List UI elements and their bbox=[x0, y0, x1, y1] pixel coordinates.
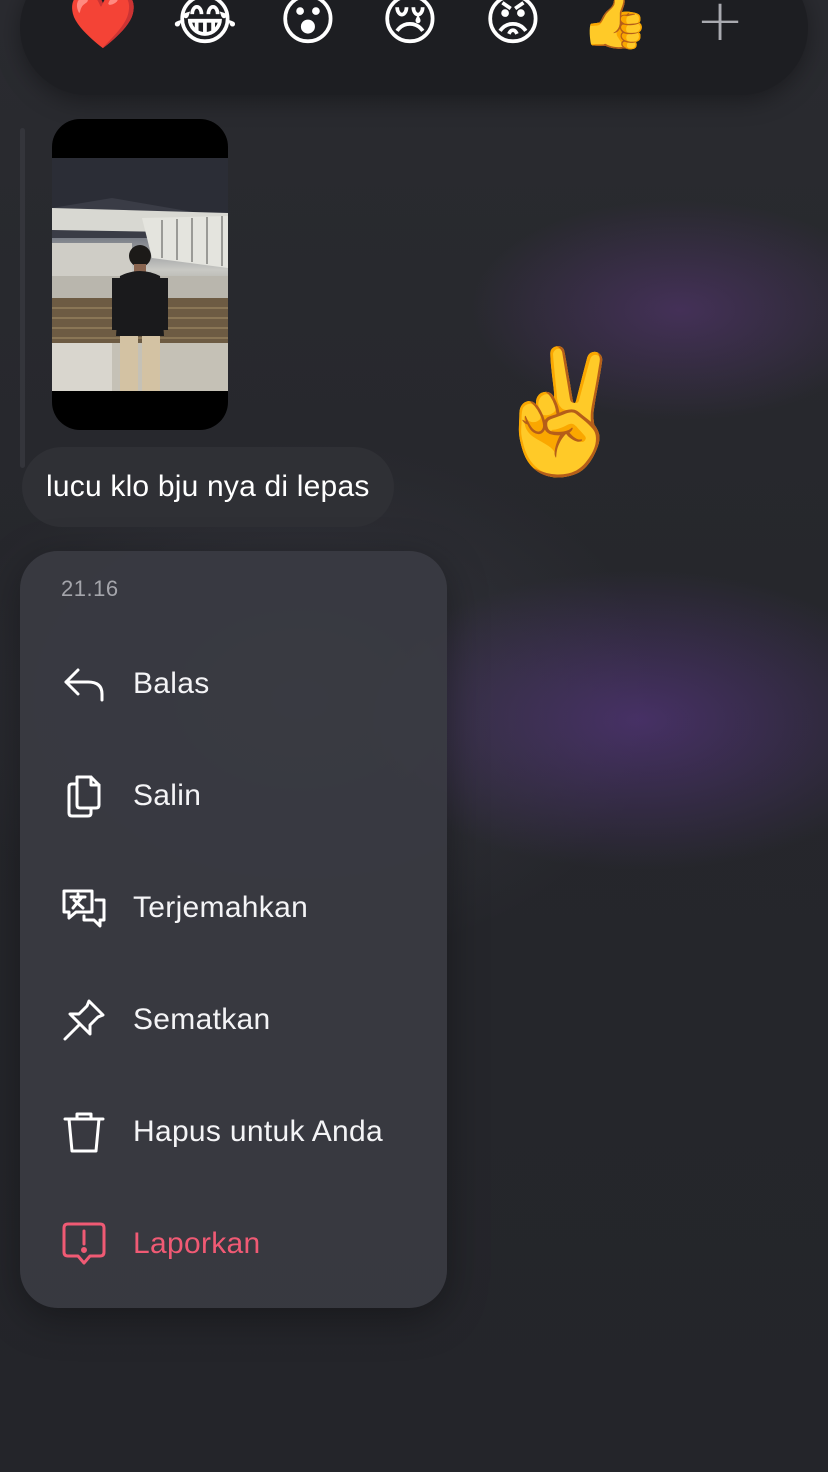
trash-icon bbox=[60, 1108, 108, 1156]
translate-icon bbox=[60, 884, 108, 932]
message-context-menu: 21.16 Balas Salin Terjemahkan Sematkan H… bbox=[20, 551, 447, 1308]
menu-item-copy[interactable]: Salin bbox=[20, 751, 447, 841]
menu-label-copy: Salin bbox=[133, 779, 202, 812]
message-text: lucu klo bju nya di lepas bbox=[46, 470, 370, 503]
reaction-sad[interactable]: 😢 bbox=[372, 0, 448, 50]
reply-icon bbox=[60, 660, 108, 708]
menu-item-pin[interactable]: Sematkan bbox=[20, 975, 447, 1065]
peace-sticker[interactable]: ✌️ bbox=[486, 332, 635, 492]
menu-label-reply: Balas bbox=[133, 667, 210, 700]
menu-label-delete: Hapus untuk Anda bbox=[133, 1115, 383, 1148]
menu-item-reply[interactable]: Balas bbox=[20, 639, 447, 729]
reaction-angry[interactable]: 😡 bbox=[475, 0, 551, 50]
reaction-heart[interactable]: ❤️ bbox=[65, 0, 141, 50]
menu-label-report: Laporkan bbox=[133, 1227, 261, 1260]
reaction-wow[interactable]: 😮 bbox=[270, 0, 346, 50]
report-icon bbox=[60, 1220, 108, 1268]
video-frame bbox=[52, 158, 228, 391]
menu-item-report[interactable]: Laporkan bbox=[20, 1199, 447, 1289]
menu-item-translate[interactable]: Terjemahkan bbox=[20, 863, 447, 953]
more-reactions-button[interactable]: + bbox=[682, 0, 758, 50]
chat-screen: ❤️ 😂 😮 😢 😡 👍 + lucu klo bju nya di lepas… bbox=[0, 0, 828, 1472]
copy-icon bbox=[60, 772, 108, 820]
reaction-bar: ❤️ 😂 😮 😢 😡 👍 + bbox=[20, 0, 808, 95]
message-timestamp: 21.16 bbox=[61, 576, 119, 601]
reaction-thumbs-up[interactable]: 👍 bbox=[577, 0, 653, 50]
photo-scene bbox=[52, 158, 228, 391]
menu-label-pin: Sematkan bbox=[133, 1003, 271, 1036]
message-bubble[interactable]: lucu klo bju nya di lepas bbox=[22, 447, 394, 527]
thread-line bbox=[20, 128, 25, 468]
menu-item-delete[interactable]: Hapus untuk Anda bbox=[20, 1087, 447, 1177]
video-thumbnail[interactable] bbox=[52, 119, 228, 430]
menu-label-translate: Terjemahkan bbox=[133, 891, 309, 924]
pin-icon bbox=[60, 996, 108, 1044]
reaction-laugh[interactable]: 😂 bbox=[167, 0, 243, 50]
